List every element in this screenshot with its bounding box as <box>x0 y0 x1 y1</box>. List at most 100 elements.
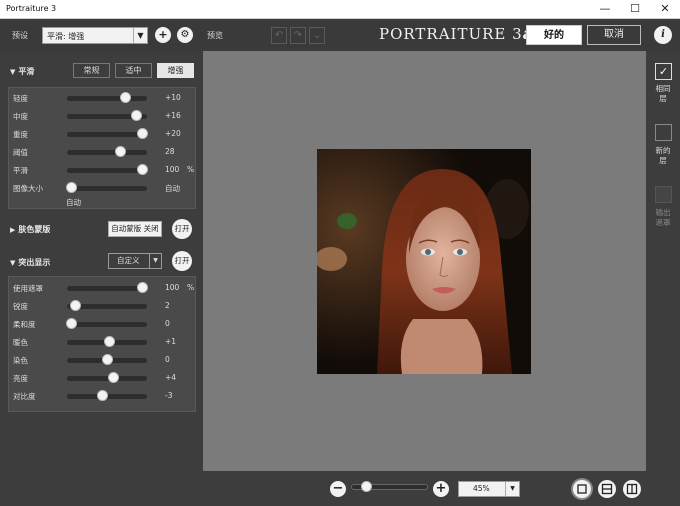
output-mask-label: 输出 遮罩 <box>648 208 678 228</box>
slider-track[interactable] <box>67 146 147 157</box>
undo-button[interactable]: ↶ <box>271 27 287 44</box>
slider-label: 重度 <box>13 130 28 139</box>
slider-track[interactable] <box>67 110 147 121</box>
enhancements-open-button[interactable]: 打开 <box>172 251 192 271</box>
output-mask-checkbox[interactable] <box>655 186 672 203</box>
split-horizontal-icon <box>601 483 613 495</box>
info-button[interactable]: i <box>654 26 672 44</box>
skin-mask-open-button[interactable]: 打开 <box>172 219 192 239</box>
mode-enhanced-button[interactable]: 增强 <box>157 63 194 78</box>
new-layer-checkbox[interactable] <box>655 124 672 141</box>
slider-knob[interactable] <box>119 92 131 103</box>
smoothing-title: 平滑 <box>18 67 35 76</box>
minus-icon: − <box>332 481 344 496</box>
undo-icon: ↶ <box>274 30 284 41</box>
slider-row: 平滑 100 % <box>9 164 197 176</box>
mode-normal-button[interactable]: 常规 <box>73 63 110 78</box>
slider-knob[interactable] <box>102 354 113 365</box>
slider-row: 亮度 +4 <box>9 372 197 384</box>
slider-knob[interactable] <box>103 336 115 347</box>
triangle-down-icon: ▼ <box>10 259 16 267</box>
mode-medium-button[interactable]: 适中 <box>115 63 152 78</box>
slider-label: 中度 <box>13 112 28 121</box>
slider-knob[interactable] <box>137 282 149 293</box>
enhancement-sliders: 使用遮罩 100 % 锐度 2 柔和度 0 暖色 +1 染色 0 亮度 +4 对… <box>8 276 196 412</box>
slider-track[interactable] <box>67 390 147 401</box>
slider-unit: % <box>187 283 195 292</box>
gear-icon: ⚙ <box>180 29 190 40</box>
slider-value: +4 <box>165 373 177 382</box>
slider-value: 0 <box>165 319 170 328</box>
maximize-button[interactable]: ☐ <box>620 0 650 19</box>
slider-value: 0 <box>165 355 170 364</box>
top-toolbar: 预设 平滑: 增强 ▼ + ⚙ 预览 ↶ ↷ ⌄ PORTRAITURE 3ai… <box>0 19 680 51</box>
slider-label: 染色 <box>13 356 28 365</box>
close-button[interactable]: ✕ <box>650 0 680 19</box>
zoom-slider[interactable] <box>351 481 428 492</box>
slider-value: +1 <box>165 337 177 346</box>
slider-knob[interactable] <box>114 146 126 157</box>
slider-value: 2 <box>165 301 170 310</box>
slider-row: 阈值 28 <box>9 146 197 158</box>
history-dropdown[interactable]: ⌄ <box>309 27 325 44</box>
slider-value: 100 <box>165 165 180 174</box>
split-vertical-button[interactable] <box>623 480 641 498</box>
single-view-button[interactable] <box>573 480 591 498</box>
slider-track[interactable] <box>67 282 149 293</box>
slider-knob[interactable] <box>137 164 149 175</box>
redo-button[interactable]: ↷ <box>290 27 306 44</box>
slider-track[interactable] <box>67 336 147 347</box>
slider-value: +10 <box>165 93 181 102</box>
split-horizontal-button[interactable] <box>598 480 616 498</box>
triangle-down-icon: ▼ <box>10 68 16 76</box>
zoom-bar: − + 45% ▼ <box>203 471 646 506</box>
zoom-slider-knob[interactable] <box>361 481 373 492</box>
preset-dropdown[interactable]: 平滑: 增强 ▼ <box>42 27 148 44</box>
slider-track[interactable] <box>67 300 147 311</box>
split-vertical-icon <box>626 483 638 495</box>
skin-mask-title: 肤色蒙版 <box>18 225 51 234</box>
slider-track[interactable] <box>67 164 149 175</box>
slider-knob[interactable] <box>137 128 149 139</box>
smoothing-section-header[interactable]: ▼ 平滑 <box>10 66 34 77</box>
slider-track[interactable] <box>67 354 147 365</box>
same-layer-checkbox[interactable]: ✓ <box>655 63 672 80</box>
slider-knob[interactable] <box>97 390 109 401</box>
zoom-dropdown[interactable]: 45% ▼ <box>458 481 520 497</box>
slider-row: 图像大小 自动 <box>9 182 197 194</box>
skin-mask-section-header[interactable]: ▶ 肤色蒙版 <box>10 224 50 235</box>
slider-row: 柔和度 0 <box>9 318 197 330</box>
smoothing-sliders: 轻度 +10 中度 +16 重度 +20 阈值 28 平滑 100 % 图像大小… <box>8 87 196 209</box>
slider-knob[interactable] <box>70 300 81 311</box>
minimize-button[interactable]: — <box>590 0 620 19</box>
ok-button[interactable]: 好的 <box>526 25 582 45</box>
zoom-in-button[interactable]: + <box>433 481 449 497</box>
slider-knob[interactable] <box>130 110 142 121</box>
auto-mask-button[interactable]: 自动蒙版 关闭 <box>108 221 162 237</box>
same-layer-label: 相同 层 <box>648 84 678 104</box>
add-preset-button[interactable]: + <box>155 27 171 43</box>
single-view-icon <box>577 484 587 494</box>
slider-track[interactable] <box>66 182 147 193</box>
enhancements-section-header[interactable]: ▼ 突出显示 <box>10 257 50 268</box>
zoom-out-button[interactable]: − <box>330 481 346 497</box>
title-bar: Portraiture 3 — ☐ ✕ <box>0 0 680 19</box>
slider-knob[interactable] <box>66 318 77 329</box>
slider-track[interactable] <box>67 92 147 103</box>
preset-settings-button[interactable]: ⚙ <box>177 27 193 43</box>
preview-label: 预览 <box>207 31 223 40</box>
slider-knob[interactable] <box>66 182 77 193</box>
slider-label: 锐度 <box>13 302 28 311</box>
brand-logo: PORTRAITURE 3ai <box>379 25 540 43</box>
preview-canvas[interactable] <box>203 51 646 471</box>
new-layer-label-text: 新的 层 <box>655 146 671 165</box>
slider-value: +16 <box>165 111 181 120</box>
slider-track[interactable] <box>67 128 149 139</box>
slider-track[interactable] <box>66 318 147 329</box>
chevron-down-icon: ▼ <box>133 28 147 43</box>
cancel-button[interactable]: 取消 <box>587 25 641 45</box>
slider-track[interactable] <box>67 372 147 383</box>
slider-label: 亮度 <box>13 374 28 383</box>
slider-knob[interactable] <box>108 372 120 383</box>
enhancement-preset-dropdown[interactable]: 自定义 ▼ <box>108 253 162 269</box>
